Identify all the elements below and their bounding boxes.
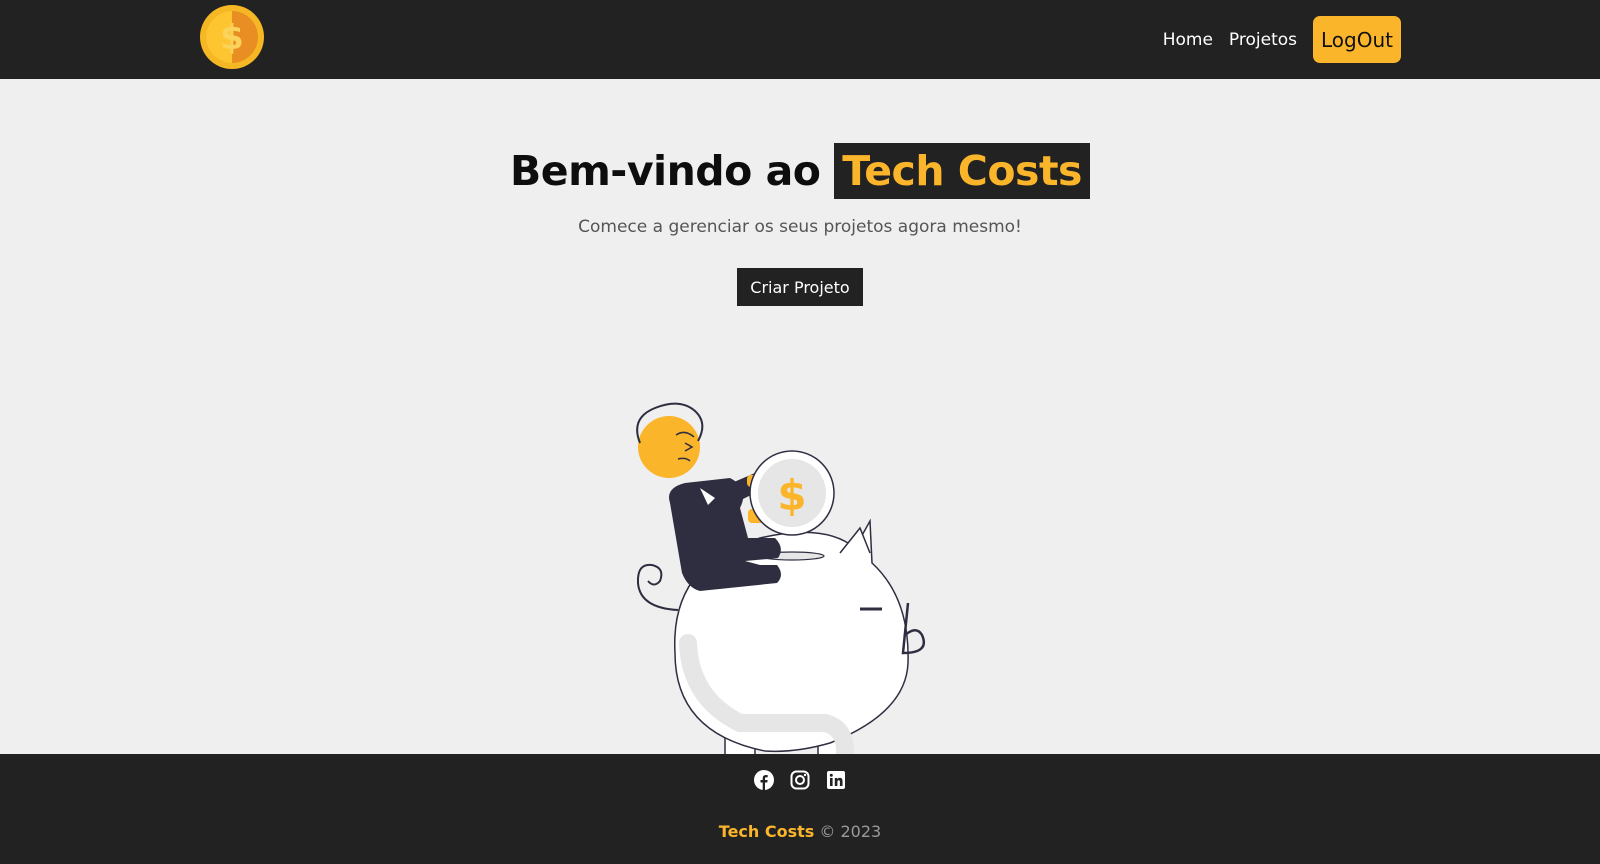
dollar-coin-icon[interactable]: $	[199, 4, 265, 70]
nav-link-home[interactable]: Home	[1163, 30, 1213, 50]
svg-text:$: $	[777, 471, 806, 520]
linkedin-icon[interactable]	[826, 770, 846, 790]
logout-button[interactable]: LogOut	[1313, 16, 1401, 63]
footer-brand: Tech Costs	[718, 822, 815, 841]
instagram-icon[interactable]	[790, 770, 810, 790]
navbar: $ Home Projetos LogOut	[0, 0, 1600, 79]
hero-section: Bem-vindo ao Tech Costs Comece a gerenci…	[0, 79, 1600, 769]
hero-subtitle: Comece a gerenciar os seus projetos agor…	[578, 217, 1022, 237]
hero-title: Bem-vindo ao Tech Costs	[0, 143, 1600, 199]
copyright: Tech Costs © 2023	[0, 822, 1600, 841]
piggy-bank-illustration: $	[575, 402, 1025, 769]
nav-links: Home Projetos LogOut	[1147, 16, 1401, 63]
copyright-text: © 2023	[819, 822, 882, 841]
svg-text:$: $	[220, 18, 244, 58]
hero-title-highlight: Tech Costs	[834, 143, 1090, 199]
hero-title-prefix: Bem-vindo ao	[510, 147, 821, 195]
create-project-button[interactable]: Criar Projeto	[737, 268, 863, 306]
nav-link-projetos[interactable]: Projetos	[1229, 30, 1297, 50]
facebook-icon[interactable]	[754, 770, 774, 790]
social-links	[0, 770, 1600, 790]
footer: Tech Costs © 2023	[0, 754, 1600, 864]
